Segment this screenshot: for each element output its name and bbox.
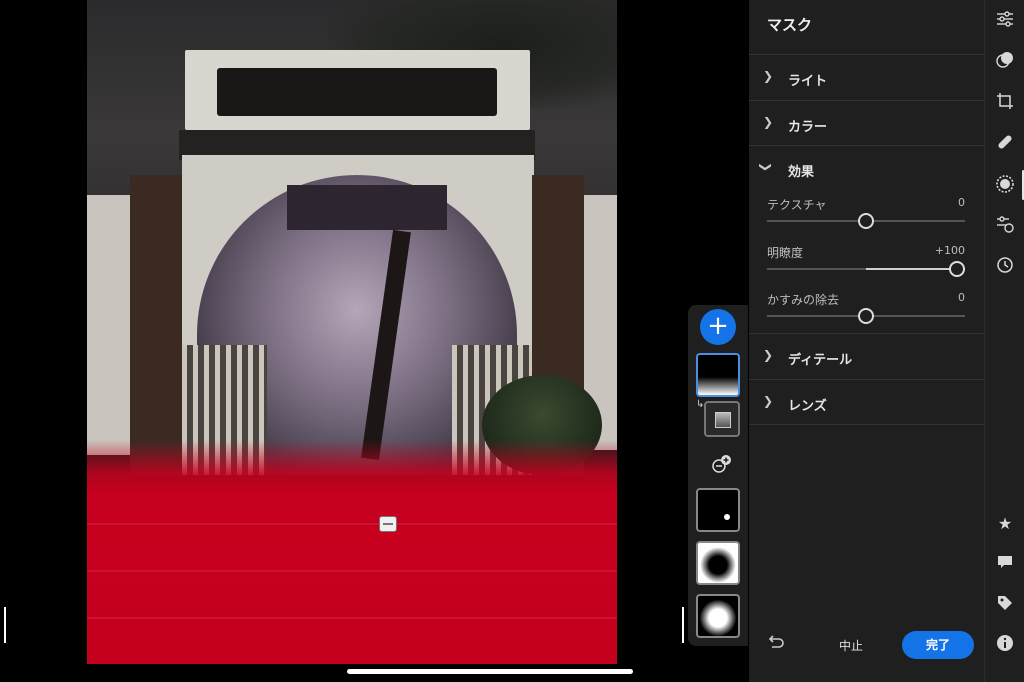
history-icon[interactable]: [993, 256, 1017, 280]
slider-knob[interactable]: [858, 308, 874, 324]
mask-overlay: [87, 440, 617, 664]
mask-thumb-linear[interactable]: [696, 353, 740, 397]
masking-icon[interactable]: [993, 174, 1017, 198]
tag-icon[interactable]: [993, 594, 1017, 618]
section-label: ライト: [788, 74, 828, 89]
home-indicator[interactable]: [347, 669, 633, 674]
presets-icon[interactable]: [993, 51, 1017, 75]
gate-plaque: [217, 68, 497, 116]
comment-icon[interactable]: [993, 553, 1017, 577]
mask-strip: + ↳: [688, 305, 748, 646]
done-button[interactable]: 完了: [902, 631, 974, 659]
subtract-mask-icon[interactable]: [711, 453, 733, 475]
slider-texture[interactable]: テクスチャ 0: [767, 196, 965, 240]
slider-clarity[interactable]: 明瞭度 +100: [767, 244, 966, 288]
chevron-right-icon: ❯: [763, 394, 774, 408]
edge-marker-left: [4, 607, 6, 643]
temple-roof: [287, 185, 447, 230]
edit-sliders-icon[interactable]: [993, 10, 1017, 34]
section-effects: ❯ 効果 テクスチャ 0 明瞭度 +100 かすみの除去 0: [749, 145, 984, 333]
chevron-right-icon: ❯: [763, 115, 774, 129]
section-label: レンズ: [788, 399, 827, 414]
add-mask-button[interactable]: +: [700, 309, 736, 345]
healing-icon[interactable]: [993, 133, 1017, 157]
edge-marker-right: [682, 607, 684, 643]
slider-value: +100: [934, 244, 965, 257]
mask-pin-icon[interactable]: [379, 516, 397, 532]
info-icon[interactable]: [993, 634, 1017, 658]
mask-thumb-spot[interactable]: [696, 488, 740, 532]
section-effects-header[interactable]: ❯ 効果: [749, 146, 984, 192]
panel-footer: 中止 完了: [749, 620, 984, 670]
slider-label: 明瞭度: [767, 246, 804, 260]
slider-knob[interactable]: [858, 213, 874, 229]
slider-dehaze[interactable]: かすみの除去 0: [767, 291, 965, 335]
photo-canvas[interactable]: [87, 0, 617, 664]
mask-adjust-panel: マスク ❯ ライト ❯ カラー ❯ 効果 テクスチャ 0 明瞭度 +100 かす…: [749, 0, 984, 682]
reset-icon[interactable]: [767, 634, 785, 654]
versions-icon[interactable]: [993, 215, 1017, 239]
chevron-right-icon: ❯: [763, 348, 774, 362]
star-icon[interactable]: ★: [993, 512, 1017, 536]
chevron-down-icon: ❯: [759, 161, 774, 173]
section-label: カラー: [788, 120, 828, 135]
section-label: ディテール: [788, 353, 853, 368]
cancel-button[interactable]: 中止: [839, 637, 863, 654]
chevron-right-icon: ❯: [763, 69, 774, 83]
slider-knob[interactable]: [949, 261, 966, 277]
sub-mask-thumb[interactable]: [704, 401, 740, 437]
section-lens[interactable]: ❯ レンズ: [749, 379, 984, 425]
panel-title: マスク: [767, 16, 813, 34]
slider-value: 0: [958, 291, 965, 304]
mask-thumb-radial-inverted[interactable]: [696, 541, 740, 585]
slider-label: テクスチャ: [767, 198, 827, 212]
section-detail[interactable]: ❯ ディテール: [749, 333, 984, 379]
section-light[interactable]: ❯ ライト: [749, 54, 984, 100]
slider-value: 0: [958, 196, 965, 209]
mask-thumb-radial[interactable]: [696, 594, 740, 638]
crop-icon[interactable]: [993, 92, 1017, 116]
slider-label: かすみの除去: [767, 293, 840, 307]
tool-rail: ★: [984, 0, 1024, 682]
section-label: 効果: [788, 165, 815, 180]
section-color[interactable]: ❯ カラー: [749, 100, 984, 146]
pillar-left: [130, 175, 182, 475]
